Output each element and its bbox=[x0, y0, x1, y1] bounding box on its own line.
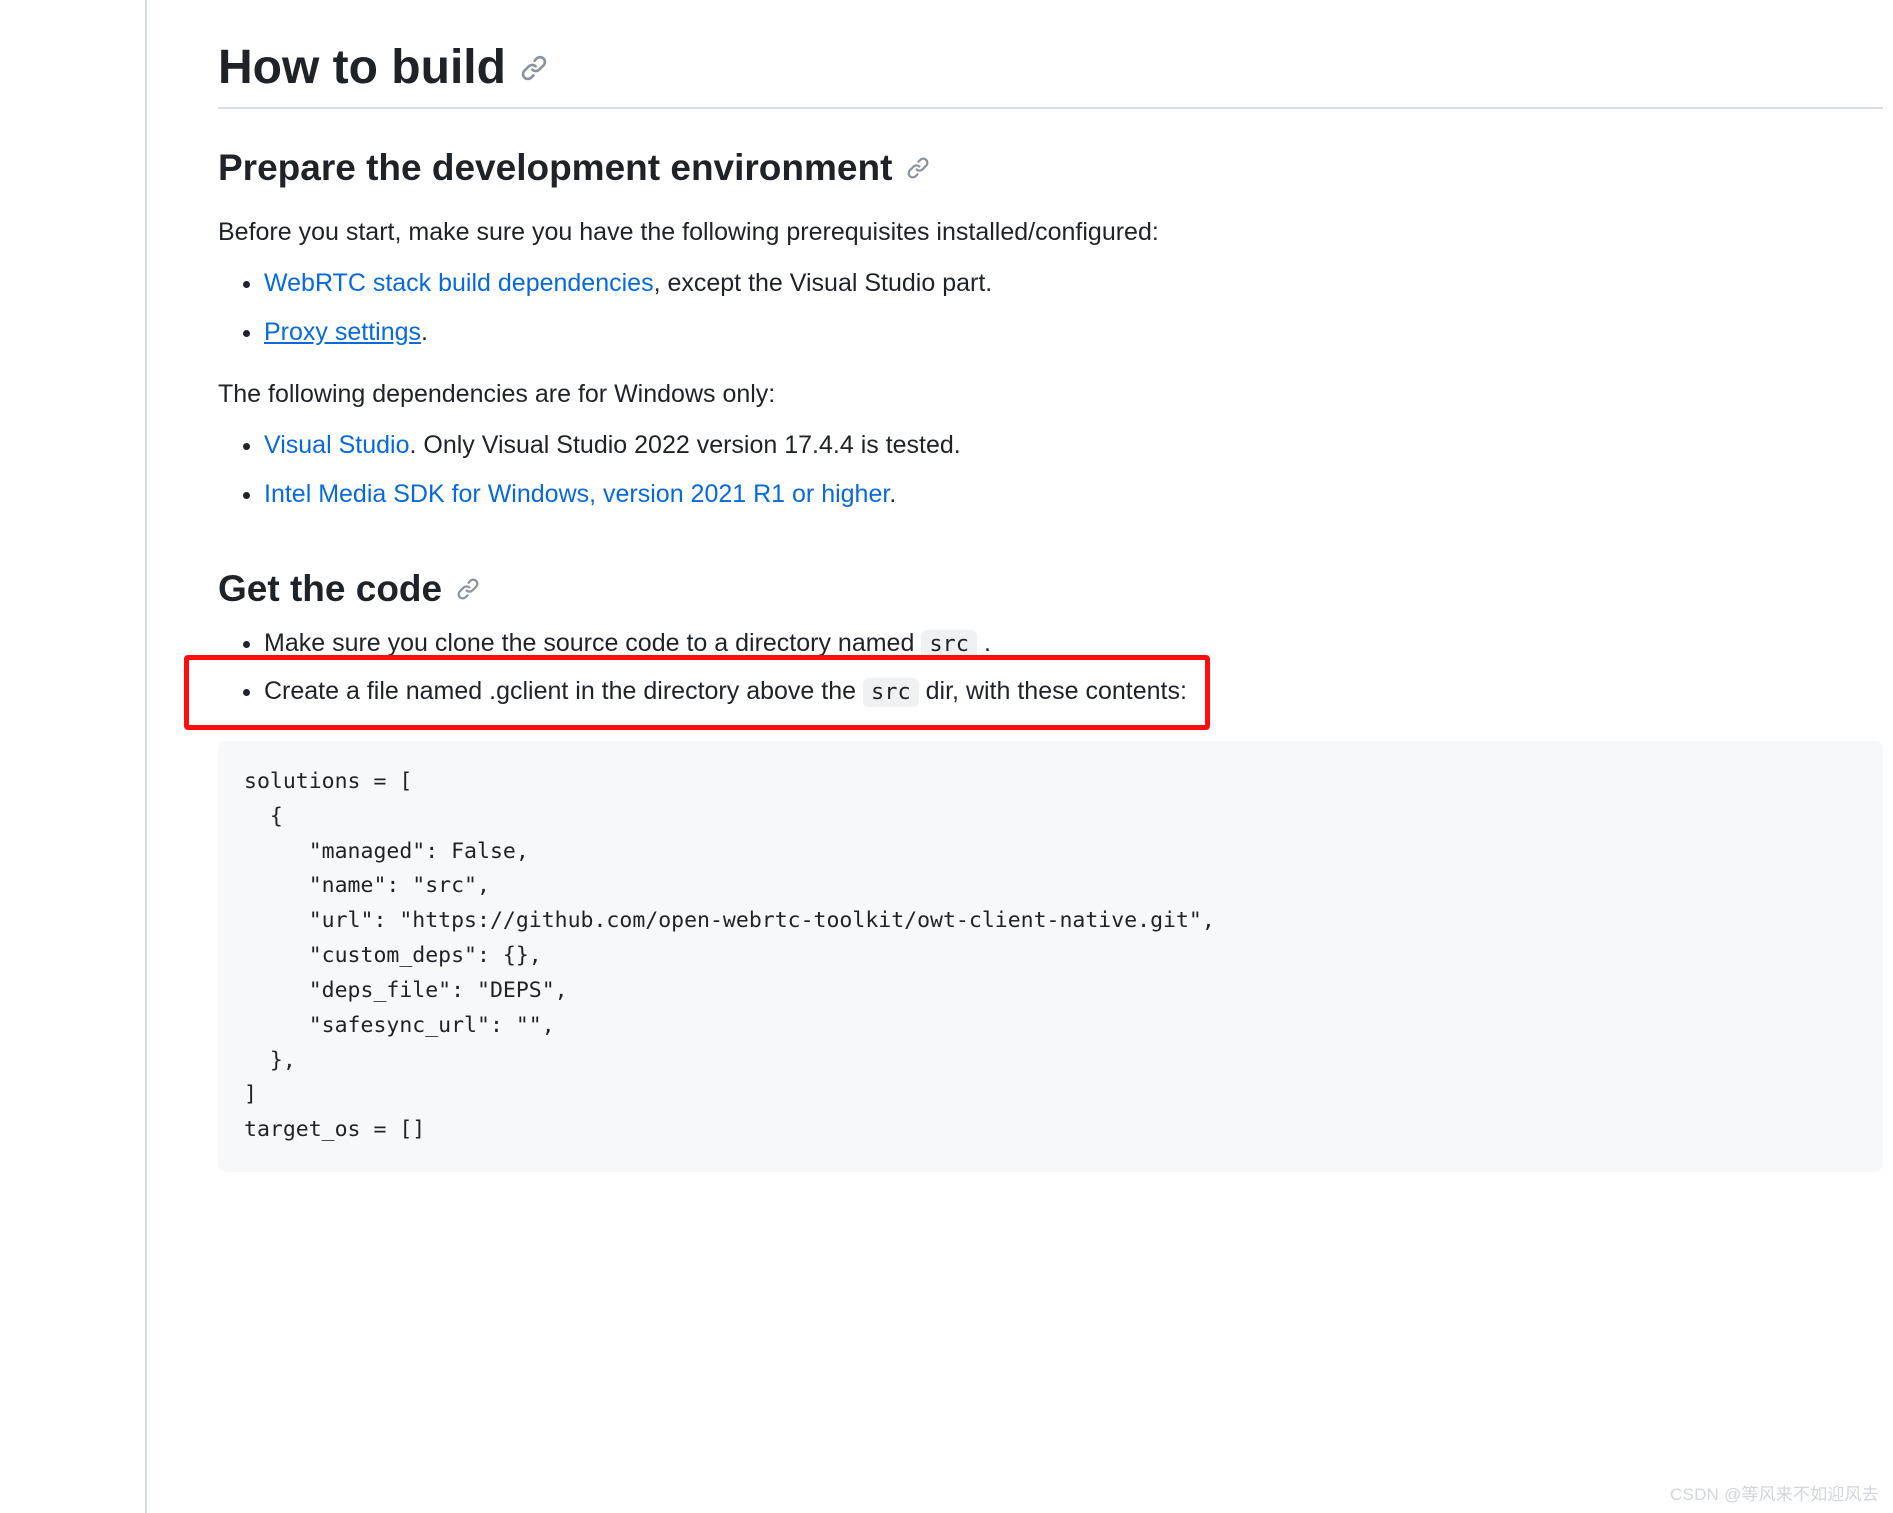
webrtc-tail: , except the Visual Studio part. bbox=[654, 269, 993, 297]
proxy-settings-link[interactable]: Proxy settings bbox=[264, 318, 421, 346]
proxy-tail: . bbox=[421, 318, 428, 346]
getcode-list: Make sure you clone the source code to a… bbox=[218, 624, 1883, 712]
list-item: Visual Studio. Only Visual Studio 2022 v… bbox=[264, 426, 1883, 465]
gclient-pre: Create a file named .gclient in the dire… bbox=[264, 677, 863, 705]
list-item: Intel Media SDK for Windows, version 202… bbox=[264, 475, 1883, 514]
para-before-start: Before you start, make sure you have the… bbox=[218, 213, 1883, 252]
para-windows-only: The following dependencies are for Windo… bbox=[218, 375, 1883, 414]
gclient-post: dir, with these contents: bbox=[919, 677, 1187, 705]
prereq-list: WebRTC stack build dependencies, except … bbox=[218, 264, 1883, 352]
list-item: Make sure you clone the source code to a… bbox=[264, 624, 1883, 663]
list-item: WebRTC stack build dependencies, except … bbox=[264, 264, 1883, 303]
windows-list: Visual Studio. Only Visual Studio 2022 v… bbox=[218, 426, 1883, 514]
clone-post: . bbox=[977, 629, 991, 657]
section-prepare-heading: Prepare the development environment bbox=[218, 147, 1883, 189]
document-content: How to build Prepare the development env… bbox=[218, 40, 1893, 1172]
page-title: How to build bbox=[218, 40, 1883, 109]
visual-studio-link[interactable]: Visual Studio bbox=[264, 431, 409, 459]
link-icon[interactable] bbox=[520, 54, 548, 82]
intel-media-sdk-link[interactable]: Intel Media SDK for Windows, version 202… bbox=[264, 480, 889, 508]
left-vertical-rule bbox=[145, 0, 147, 1513]
watermark-text: CSDN @等风来不如迎风去 bbox=[1670, 1480, 1879, 1505]
section-getcode-heading: Get the code bbox=[218, 568, 1883, 610]
link-icon[interactable] bbox=[456, 577, 480, 601]
link-icon[interactable] bbox=[906, 156, 930, 180]
intel-tail: . bbox=[889, 480, 896, 508]
vs-tail: . Only Visual Studio 2022 version 17.4.4… bbox=[409, 431, 960, 459]
list-item: Create a file named .gclient in the dire… bbox=[264, 672, 1883, 711]
page-root: How to build Prepare the development env… bbox=[0, 0, 1893, 1513]
inline-code-src: src bbox=[921, 630, 977, 659]
page-title-text: How to build bbox=[218, 40, 506, 95]
code-block-gclient: solutions = [ { "managed": False, "name"… bbox=[218, 741, 1883, 1172]
list-item: Proxy settings. bbox=[264, 313, 1883, 352]
inline-code-src: src bbox=[863, 678, 919, 707]
section-prepare-text: Prepare the development environment bbox=[218, 147, 892, 189]
webrtc-deps-link[interactable]: WebRTC stack build dependencies bbox=[264, 269, 654, 297]
clone-pre: Make sure you clone the source code to a… bbox=[264, 629, 921, 657]
section-getcode-text: Get the code bbox=[218, 568, 442, 610]
